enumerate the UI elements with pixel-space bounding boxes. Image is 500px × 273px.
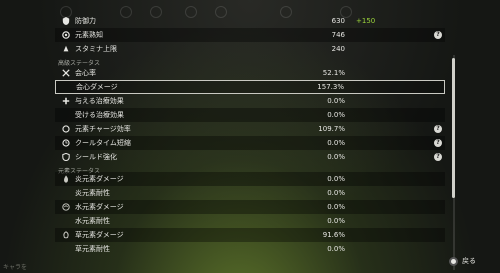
healing-cross-icon: [62, 97, 70, 105]
crit-rate-icon: [62, 69, 70, 77]
stat-label: 水元素ダメージ: [75, 203, 124, 211]
shield-strength-icon: [62, 153, 70, 161]
help-icon[interactable]: ?: [434, 139, 442, 147]
stat-value: 240: [331, 45, 345, 53]
scrollbar-thumb[interactable]: [452, 58, 455, 198]
stat-value: 0.0%: [327, 217, 345, 225]
help-icon[interactable]: ?: [434, 153, 442, 161]
stat-value: 630: [331, 17, 345, 25]
help-icon[interactable]: ?: [434, 125, 442, 133]
stat-label: 与える治療効果: [75, 97, 124, 105]
stat-row-dendro-dmg: 草元素ダメージ 91.6%: [55, 228, 445, 242]
stat-label: 草元素ダメージ: [75, 231, 124, 239]
footer-hint: キャラを: [3, 264, 28, 271]
stat-row-crit-rate: 会心率 52.1%: [55, 66, 445, 80]
stat-value: 109.7%: [318, 125, 345, 133]
stat-row-hydro-res: 水元素耐性 0.0%: [55, 214, 445, 228]
stat-label: シールド強化: [75, 153, 117, 161]
stat-row-em: 元素熟知 746 ?: [55, 28, 445, 42]
stat-value: 157.3%: [317, 83, 344, 91]
hydro-icon: [62, 203, 70, 211]
back-button[interactable]: 戻る: [449, 256, 476, 266]
stat-value: 0.0%: [327, 189, 345, 197]
stat-row-def: 防御力 630 +150: [55, 14, 445, 28]
stat-row-dendro-res: 草元素耐性 0.0%: [55, 242, 445, 256]
stat-value: 0.0%: [327, 245, 345, 253]
stat-value: 0.0%: [327, 175, 345, 183]
circle-button-icon: [449, 256, 458, 266]
shield-icon: [62, 17, 70, 25]
dendro-icon: [63, 231, 69, 239]
stat-label: クールタイム短縮: [75, 139, 131, 147]
stat-row-pyro-res: 炎元素耐性 0.0%: [55, 186, 445, 200]
stat-bonus: +150: [356, 17, 376, 25]
stat-value: 0.0%: [327, 97, 345, 105]
stat-value: 91.6%: [322, 231, 345, 239]
stat-label: スタミナ上限: [75, 45, 117, 53]
stat-label: 防御力: [75, 17, 96, 25]
stat-row-stamina: スタミナ上限 240: [55, 42, 445, 56]
cooldown-icon: [62, 139, 70, 147]
stat-label: 水元素耐性: [75, 217, 110, 225]
stat-label: 炎元素ダメージ: [75, 175, 124, 183]
stat-row-crit-dmg[interactable]: 会心ダメージ 157.3%: [55, 80, 445, 94]
stat-row-cd-reduction: クールタイム短縮 0.0% ?: [55, 136, 445, 150]
back-label: 戻る: [462, 257, 476, 265]
stat-label: 会心率: [75, 69, 96, 77]
stat-row-energy-recharge: 元素チャージ効率 109.7% ?: [55, 122, 445, 136]
elemental-mastery-icon: [62, 31, 70, 39]
stat-value: 0.0%: [327, 111, 345, 119]
stat-label: 受ける治療効果: [75, 111, 124, 119]
stats-panel: 防御力 630 +150 元素熟知 746 ? スタミナ上限 240 高級ステー…: [55, 0, 448, 273]
stat-row-incoming-healing: 受ける治療効果 0.0%: [55, 108, 445, 122]
stat-label: 草元素耐性: [75, 245, 110, 253]
stat-label: 元素熟知: [75, 31, 103, 39]
stat-value: 0.0%: [327, 139, 345, 147]
stat-label: 炎元素耐性: [75, 189, 110, 197]
stamina-icon: [63, 45, 69, 52]
stat-value: 52.1%: [322, 69, 345, 77]
stat-label: 会心ダメージ: [76, 83, 118, 91]
pyro-icon: [64, 175, 69, 183]
stat-value: 0.0%: [327, 153, 345, 161]
help-icon[interactable]: ?: [434, 31, 442, 39]
stat-value: 0.0%: [327, 203, 345, 211]
stat-row-healing-bonus: 与える治療効果 0.0%: [55, 94, 445, 108]
stat-value: 746: [331, 31, 345, 39]
stat-row-pyro-dmg: 炎元素ダメージ 0.0%: [55, 172, 445, 186]
stat-row-hydro-dmg: 水元素ダメージ 0.0%: [55, 200, 445, 214]
stat-row-shield-strength: シールド強化 0.0% ?: [55, 150, 445, 164]
stat-label: 元素チャージ効率: [75, 125, 131, 133]
energy-recharge-icon: [62, 125, 70, 133]
